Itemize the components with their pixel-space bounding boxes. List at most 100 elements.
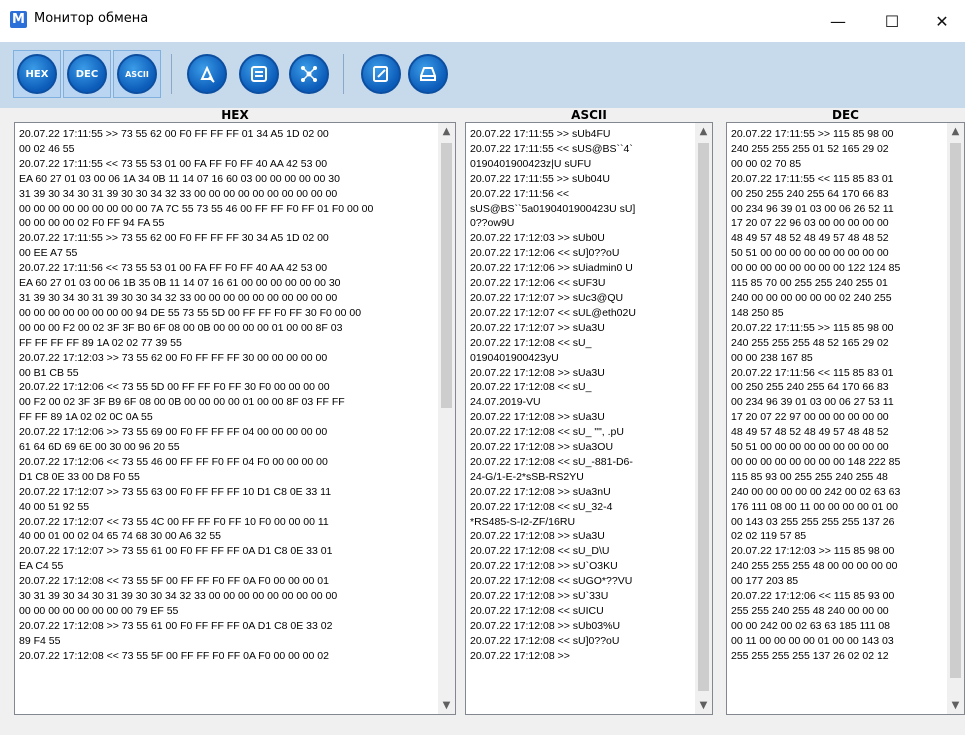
hex-button-label: HEX	[25, 68, 49, 80]
log-line: 30 31 39 30 34 30 31 39 30 30 34 32 33 0…	[19, 590, 338, 603]
log-line: 20.07.22 17:11:55 >> 73 55 62 00 F0 FF F…	[19, 232, 329, 245]
dec-scrollbar[interactable]: ▲ ▼	[947, 123, 964, 714]
window-title: Монитор обмена	[34, 11, 149, 26]
scroll-up-icon[interactable]: ▲	[695, 123, 712, 140]
log-line: 00 F2 00 02 3F 3F B9 6F 08 00 0B 00 00 0…	[19, 396, 345, 409]
toolbar-separator	[171, 54, 172, 94]
log-line: 00 143 03 255 255 255 255 137 26	[731, 515, 895, 528]
log-line: 20.07.22 17:12:08 >> sU`33U	[470, 590, 609, 603]
log-line: 20.07.22 17:12:08 >> sUb03%U	[470, 619, 621, 632]
network-button[interactable]	[289, 54, 329, 94]
log-line: 00 00 00 00 00 00 00 00 122 124 85	[731, 262, 901, 275]
log-line: 20.07.22 17:11:55 >> sUb4FU	[470, 128, 611, 140]
log-line: 20.07.22 17:11:55 << sUS@BS``4`	[470, 142, 633, 155]
log-line: 00 11 00 00 00 00 01 00 00 143 03	[731, 634, 894, 647]
ascii-panel[interactable]: 20.07.22 17:11:55 >> sUb4FU 20.07.22 17:1…	[465, 122, 713, 715]
scroll-down-icon[interactable]: ▼	[438, 697, 455, 714]
log-line: 148 250 85	[731, 306, 784, 319]
log-line: 48 49 57 48 52 48 49 57 48 48 52	[731, 426, 889, 439]
log-line: 00 177 203 85	[731, 575, 799, 588]
log-line: 20.07.22 17:11:55 >> 115 85 98 00	[731, 321, 894, 334]
log-line: 20.07.22 17:12:08 << 73 55 5F 00 FF FF F…	[19, 649, 329, 662]
edit-button[interactable]	[361, 54, 401, 94]
log-line: 20.07.22 17:12:08 << sU_	[470, 336, 592, 349]
log-line: 20.07.22 17:12:06 >> 73 55 69 00 F0 FF F…	[19, 426, 328, 439]
log-line: 240 255 255 255 48 52 165 29 02	[731, 336, 889, 349]
clear-button[interactable]	[187, 54, 227, 94]
maximize-button[interactable]: ☐	[869, 0, 915, 42]
display-button[interactable]	[408, 54, 448, 94]
display-icon	[420, 67, 436, 81]
log-line: 240 255 255 255 01 52 165 29 02	[731, 142, 889, 155]
log-line: 240 00 00 00 00 00 242 00 02 63 63	[731, 485, 901, 498]
scroll-thumb[interactable]	[698, 143, 709, 691]
log-line: 20.07.22 17:12:07 >> sUa3U	[470, 321, 605, 334]
log-line: 20.07.22 17:12:08 >> sUa3U	[470, 411, 605, 424]
log-line: 20.07.22 17:12:08 >> 73 55 61 00 F0 FF F…	[19, 619, 333, 632]
log-line: 240 00 00 00 00 00 00 02 240 255	[731, 291, 892, 304]
log-line: 00 234 96 39 01 03 00 06 27 53 11	[731, 396, 894, 409]
log-line: 20.07.22 17:12:03 >> sUb0U	[470, 232, 605, 245]
scroll-up-icon[interactable]: ▲	[438, 123, 455, 140]
log-line: 00 EE A7 55	[19, 247, 78, 260]
log-line: 20.07.22 17:12:07 << 73 55 4C 00 FF FF F…	[19, 515, 329, 528]
dec-log-text: 20.07.22 17:11:55 >> 115 85 98 00 240 255…	[731, 127, 900, 664]
log-line: sUS@BS``5a0190401900423U sU]	[470, 202, 636, 215]
ascii-scrollbar[interactable]: ▲ ▼	[695, 123, 712, 714]
log-line: 20.07.22 17:12:08 << sU_32-4	[470, 500, 613, 513]
log-line: 20.07.22 17:11:55 >> 115 85 98 00	[731, 128, 894, 140]
status-bar	[0, 716, 965, 735]
log-line: 255 255 240 255 48 240 00 00 00	[731, 605, 889, 617]
log-line: 240 255 255 255 48 00 00 00 00 00	[731, 560, 898, 573]
log-line: 0??ow9U	[470, 217, 515, 230]
minimize-button[interactable]: —	[815, 0, 861, 42]
log-line: 20.07.22 17:12:08 >>	[470, 649, 570, 662]
log-line: 20.07.22 17:12:08 << sUGO*??VU	[470, 575, 633, 588]
log-line: 20.07.22 17:12:03 >> 115 85 98 00	[731, 545, 895, 558]
log-line: 176 111 08 00 11 00 00 00 00 01 00	[731, 500, 898, 513]
log-line: 00 00 242 00 02 63 63 185 111 08	[731, 619, 891, 632]
log-line: 00 234 96 39 01 03 00 06 26 52 11	[731, 202, 894, 215]
log-line: 20.07.22 17:12:08 >> sU`O3KU	[470, 560, 618, 573]
close-button[interactable]: ✕	[919, 0, 965, 42]
scroll-thumb[interactable]	[950, 143, 961, 678]
network-icon	[301, 66, 317, 82]
log-line: 20.07.22 17:11:56 << 73 55 53 01 00 FA F…	[19, 262, 328, 275]
ascii-button-label: ASCII	[125, 69, 149, 79]
hex-panel[interactable]: 20.07.22 17:11:55 >> 73 55 62 00 F0 FF F…	[14, 122, 456, 715]
log-line: 20.07.22 17:12:08 << sU_-881-D6-	[470, 455, 633, 468]
log-line: 89 F4 55	[19, 634, 61, 647]
log-line: 20.07.22 17:12:06 << 115 85 93 00	[731, 590, 895, 603]
log-line: 20.07.22 17:12:06 << 73 55 46 00 FF FF F…	[19, 455, 328, 468]
log-line: 20.07.22 17:12:07 >> 73 55 61 00 F0 FF F…	[19, 545, 333, 558]
dec-panel[interactable]: 20.07.22 17:11:55 >> 115 85 98 00 240 255…	[726, 122, 965, 715]
scroll-thumb[interactable]	[441, 143, 452, 408]
log-line: *RS485-S-I2-ZF/16RU	[470, 515, 576, 528]
log-line: 20.07.22 17:12:08 << sU_D\U	[470, 545, 610, 558]
log-line: 20.07.22 17:12:08 << sU_	[470, 381, 592, 394]
log-line: 00 00 02 70 85	[731, 157, 802, 170]
log-line: 31 39 30 34 30 31 39 30 30 34 32 33 00 0…	[19, 291, 338, 304]
scroll-up-icon[interactable]: ▲	[947, 123, 964, 140]
log-line: 20.07.22 17:12:08 << 73 55 5F 00 FF FF F…	[19, 575, 329, 588]
clear-icon	[200, 65, 215, 83]
log-line: 20.07.22 17:11:55 << 115 85 83 01	[731, 172, 894, 185]
toolbar-separator	[343, 54, 344, 94]
title-bar: M Монитор обмена — ☐ ✕	[0, 0, 965, 42]
log-line: 00 00 00 00 02 F0 FF 94 FA 55	[19, 217, 165, 230]
log-line: 00 02 46 55	[19, 142, 75, 155]
scroll-down-icon[interactable]: ▼	[695, 697, 712, 714]
log-line: 20.07.22 17:12:03 >> 73 55 62 00 F0 FF F…	[19, 351, 328, 364]
hex-scrollbar[interactable]: ▲ ▼	[438, 123, 455, 714]
scroll-down-icon[interactable]: ▼	[947, 697, 964, 714]
log-line: 20.07.22 17:12:07 >> 73 55 63 00 F0 FF F…	[19, 485, 332, 498]
log-line: 20.07.22 17:12:08 << sUICU	[470, 605, 604, 617]
log-line: 115 85 70 00 255 255 240 255 01	[731, 277, 888, 290]
hex-button[interactable]: HEX	[17, 54, 57, 94]
log-line: 02 02 119 57 85	[731, 530, 807, 543]
log-line: FF FF FF FF 89 1A 02 02 77 39 55	[19, 336, 182, 349]
list-button[interactable]	[239, 54, 279, 94]
ascii-button[interactable]: ASCII	[117, 54, 157, 94]
ascii-log-text: 20.07.22 17:11:55 >> sUb4FU 20.07.22 17:1…	[470, 127, 636, 664]
dec-button[interactable]: DEC	[67, 54, 107, 94]
